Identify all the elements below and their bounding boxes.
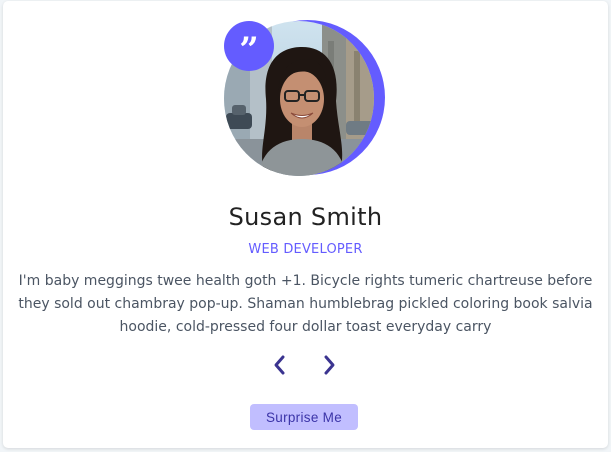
next-button[interactable] [317, 353, 341, 377]
review-text: I'm baby meggings twee health goth +1. B… [18, 273, 593, 335]
person-image-container: ” [224, 20, 385, 176]
chevron-left-icon [274, 355, 285, 375]
quote-icon: ” [224, 21, 274, 71]
prev-button[interactable] [268, 353, 292, 377]
surprise-me-button[interactable]: Surprise Me [250, 404, 358, 430]
navigation-buttons [3, 353, 608, 377]
job-title: WEB DEVELOPER [248, 242, 363, 257]
review-card: ” Susan Smith WEB DEVELOPER I'm baby meg… [3, 1, 608, 448]
person-name: Susan Smith [228, 203, 383, 231]
chevron-right-icon [324, 355, 335, 375]
